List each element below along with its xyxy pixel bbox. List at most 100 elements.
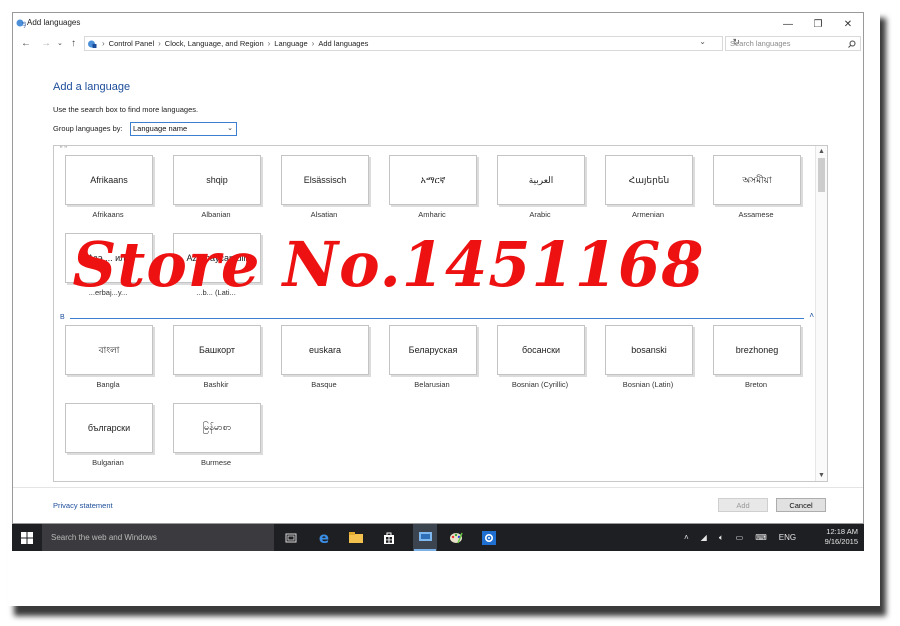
language-tile-assamese[interactable]: অসমীয়া xyxy=(713,155,801,205)
clock-time: 12:18 AM xyxy=(826,527,858,536)
search-icon[interactable] xyxy=(848,40,856,48)
language-tile-burmese[interactable]: မြန်မာစာ xyxy=(173,403,261,453)
control-panel-icon xyxy=(88,40,97,48)
language-tile-bulgarian[interactable]: български xyxy=(65,403,153,453)
language-tile-bosnian-cyrillic[interactable]: босански xyxy=(497,325,585,375)
section-letter-b: B xyxy=(60,314,65,321)
store-icon[interactable] xyxy=(380,529,398,546)
start-button[interactable] xyxy=(12,524,42,551)
language-caption: Arabic xyxy=(529,210,551,219)
breadcrumb-separator-icon: › xyxy=(311,39,315,48)
vertical-scrollbar[interactable]: ▲ ▼ xyxy=(815,146,827,481)
language-tile-belarusian[interactable]: Беларуская xyxy=(389,325,477,375)
language-caption: Bulgarian xyxy=(92,458,124,467)
language-tile-albanian[interactable]: shqip xyxy=(173,155,261,205)
settings-gear-icon[interactable] xyxy=(480,529,498,546)
minimize-button[interactable]: — xyxy=(773,13,803,35)
language-caption: Burmese xyxy=(200,458,231,467)
language-caption: Bosnian (Cyrillic) xyxy=(511,380,569,389)
forward-arrow-icon[interactable]: → xyxy=(41,38,51,49)
volume-icon[interactable]: 🔈︎ xyxy=(719,533,724,543)
windows-logo-icon xyxy=(21,531,33,544)
group-by-label: Group languages by: xyxy=(53,124,123,133)
add-button[interactable]: Add xyxy=(718,498,768,512)
language-tile-armenian[interactable]: Հայերեն xyxy=(605,155,693,205)
title-bar: 字 Add languages — ❐ ✕ xyxy=(13,13,863,35)
system-tray: ˄ ◢ 🔈︎ ▭ ⌨ ENG xyxy=(684,524,796,551)
file-explorer-icon[interactable] xyxy=(347,529,365,546)
clock-date: 9/16/2015 xyxy=(824,537,858,546)
breadcrumb-control-panel[interactable]: Control Panel xyxy=(109,39,154,48)
action-center-icon[interactable]: ▭ xyxy=(736,533,744,542)
address-dropdown-icon[interactable]: ⌄ xyxy=(699,37,706,46)
cancel-button[interactable]: Cancel xyxy=(776,498,826,512)
navigation-row: ← → ⌄ ↑ › Control Panel › Clock, Languag… xyxy=(13,36,863,52)
restore-button[interactable]: ❐ xyxy=(803,13,833,35)
language-list: " " ▲ ▼ Afrikaans Afrikaans shqip Albani… xyxy=(53,145,828,482)
scroll-up-arrow-icon[interactable]: ▲ xyxy=(818,148,825,155)
language-caption: Bashkir xyxy=(203,380,229,389)
breadcrumb-separator-icon: › xyxy=(102,39,105,48)
breadcrumb-language[interactable]: Language xyxy=(274,39,307,48)
show-hidden-icons-chevron-icon[interactable]: ˄ xyxy=(684,533,689,542)
language-tile-basque[interactable]: euskara xyxy=(281,325,369,375)
scrollbar-thumb[interactable] xyxy=(818,158,825,192)
search-languages-input[interactable]: Search languages xyxy=(725,36,861,51)
taskbar-clock[interactable]: 12:18 AM 9/16/2015 xyxy=(825,527,858,547)
privacy-statement-link[interactable]: Privacy statement xyxy=(53,501,113,510)
collapse-section-chevron-icon[interactable]: ˄ xyxy=(809,311,814,320)
breadcrumb-add-languages[interactable]: Add languages xyxy=(318,39,368,48)
scroll-down-arrow-icon[interactable]: ▼ xyxy=(818,472,825,479)
network-icon[interactable]: ◢ xyxy=(701,533,707,542)
control-panel-taskbar-icon[interactable] xyxy=(413,524,437,551)
breadcrumb-separator-icon: › xyxy=(267,39,271,48)
recent-locations-chevron-icon[interactable]: ⌄ xyxy=(57,39,63,47)
up-arrow-icon[interactable]: ↑ xyxy=(71,38,76,49)
close-button[interactable]: ✕ xyxy=(833,13,863,35)
breadcrumb-clock-language-region[interactable]: Clock, Language, and Region xyxy=(165,39,264,48)
language-tile-bosnian-latin[interactable]: bosanski xyxy=(605,325,693,375)
language-caption: Bosnian (Latin) xyxy=(622,380,674,389)
window-title: Add languages xyxy=(27,18,81,27)
language-tile-amharic[interactable]: አማርኛ xyxy=(389,155,477,205)
language-tile-breton[interactable]: brezhoneg xyxy=(713,325,801,375)
language-caption: Breton xyxy=(744,380,768,389)
address-bar[interactable]: › Control Panel › Clock, Language, and R… xyxy=(84,36,740,51)
breadcrumb-separator-icon: › xyxy=(158,39,161,48)
language-app-icon: 字 xyxy=(16,19,26,28)
language-tile-bangla[interactable]: বাংলা xyxy=(65,325,153,375)
language-caption: Amharic xyxy=(418,210,446,219)
search-hint: Use the search box to find more language… xyxy=(53,105,199,114)
search-placeholder: Search languages xyxy=(730,39,791,48)
active-app-indicator xyxy=(414,549,436,551)
page-title: Add a language xyxy=(53,81,131,93)
input-language-indicator[interactable]: ENG xyxy=(779,533,796,542)
language-caption: Armenian xyxy=(631,210,665,219)
language-caption: Alsatian xyxy=(310,210,338,219)
language-tile-alsatian[interactable]: Elsässisch xyxy=(281,155,369,205)
language-caption: Bangla xyxy=(96,380,120,389)
taskbar-search-box[interactable]: Search the web and Windows xyxy=(42,524,274,551)
section-marker-a: " " xyxy=(60,146,67,153)
window-controls: — ❐ ✕ xyxy=(773,13,863,35)
language-caption: Belarusian xyxy=(414,380,450,389)
language-tile-arabic[interactable]: العربية xyxy=(497,155,585,205)
chevron-down-icon: ⌄ xyxy=(227,125,233,132)
taskbar: Search the web and Windows e ˄ ◢ 🔈︎ ▭ ⌨ … xyxy=(12,524,864,551)
footer-divider xyxy=(13,487,863,488)
keyboard-icon[interactable]: ⌨ xyxy=(755,533,767,542)
store-watermark: Store No.1451168 xyxy=(72,228,705,301)
language-tile-bashkir[interactable]: Башкорт xyxy=(173,325,261,375)
svg-text:字: 字 xyxy=(22,21,26,28)
language-caption: Afrikaans xyxy=(92,210,124,219)
edge-browser-icon[interactable]: e xyxy=(315,529,333,547)
section-divider xyxy=(70,318,804,319)
task-view-icon[interactable] xyxy=(282,529,300,546)
paint-app-icon[interactable] xyxy=(447,529,465,546)
language-tile-afrikaans[interactable]: Afrikaans xyxy=(65,155,153,205)
back-arrow-icon[interactable]: ← xyxy=(21,38,31,49)
group-by-value: Language name xyxy=(133,124,188,133)
language-caption: Assamese xyxy=(738,210,774,219)
group-by-select[interactable]: Language name ⌄ xyxy=(130,122,237,136)
language-caption: Basque xyxy=(311,380,337,389)
